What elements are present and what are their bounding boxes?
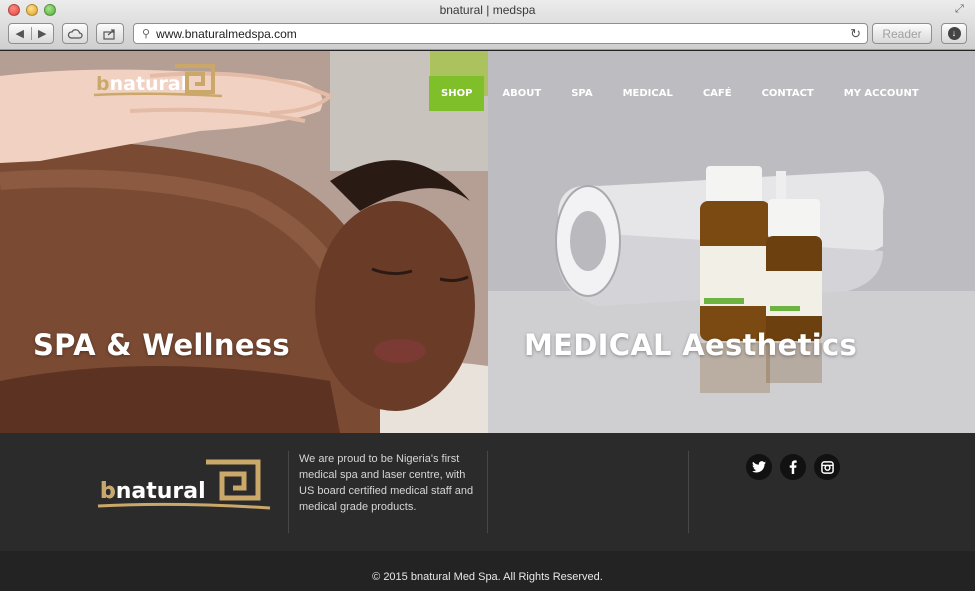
hero: SPA & Wellness MEDICAL Aesthetics bnatur… (0, 51, 975, 433)
downloads-button[interactable]: ↓ (941, 23, 967, 44)
svg-text:bnatural: bnatural (100, 479, 206, 504)
spa-wellness-heading: SPA & Wellness (33, 328, 290, 362)
history-nav: ◀ ▶ (8, 23, 54, 44)
share-icon (103, 28, 115, 40)
forward-arrow-icon[interactable]: ▶ (30, 27, 54, 40)
back-arrow-icon[interactable]: ◀ (9, 27, 31, 40)
reload-icon[interactable]: ↻ (850, 26, 861, 42)
nav-my-account[interactable]: MY ACCOUNT (844, 88, 919, 99)
share-button[interactable] (96, 23, 124, 44)
nav-cafe[interactable]: CAFÉ (703, 88, 732, 99)
site-logo[interactable]: bnatural b (92, 60, 224, 107)
footer-divider (688, 451, 689, 533)
url-text: www.bnaturalmedspa.com (156, 26, 297, 41)
window-title: bnatural | medspa (439, 3, 536, 17)
fullscreen-icon[interactable]: ⤢ (955, 3, 967, 15)
cloud-icon (67, 28, 83, 39)
browser-toolbar: bnatural | medspa ⤢ ◀ ▶ ⚲ www.bnaturalme… (0, 0, 975, 50)
site-icon: ⚲ (142, 28, 151, 40)
footer: bnatural b We are proud to be Nigeria's … (0, 433, 975, 551)
webpage: SPA & Wellness MEDICAL Aesthetics bnatur… (0, 51, 975, 591)
twitter-icon[interactable] (746, 454, 772, 480)
nav-contact[interactable]: CONTACT (762, 88, 814, 99)
spa-massage-photo (0, 51, 488, 433)
copyright: © 2015 bnatural Med Spa. All Rights Rese… (0, 551, 975, 591)
spa-panel[interactable]: SPA & Wellness (0, 51, 488, 433)
nav-medical[interactable]: MEDICAL (623, 88, 673, 99)
icloud-tabs-button[interactable] (62, 23, 88, 44)
svg-text:b: b (100, 479, 116, 504)
main-navigation: SHOP ABOUT SPA MEDICAL CAFÉ CONTACT MY A… (429, 76, 949, 111)
svg-text:bnatural: bnatural (96, 73, 187, 95)
svg-text:b: b (96, 73, 110, 95)
footer-logo[interactable]: bnatural b (96, 458, 272, 519)
nav-spa[interactable]: SPA (571, 88, 592, 99)
facebook-icon[interactable] (780, 454, 806, 480)
address-bar[interactable]: ⚲ www.bnaturalmedspa.com ↻ (133, 23, 868, 44)
social-links (746, 454, 840, 480)
nav-shop[interactable]: SHOP (429, 76, 485, 111)
footer-about-text: We are proud to be Nigeria's first medic… (299, 453, 474, 513)
instagram-icon[interactable] (814, 454, 840, 480)
reader-button[interactable]: Reader (872, 23, 932, 44)
nav-about[interactable]: ABOUT (502, 88, 541, 99)
download-icon: ↓ (947, 27, 961, 40)
medical-aesthetics-heading: MEDICAL Aesthetics (524, 328, 858, 362)
footer-divider (288, 451, 289, 533)
footer-divider (487, 451, 488, 533)
